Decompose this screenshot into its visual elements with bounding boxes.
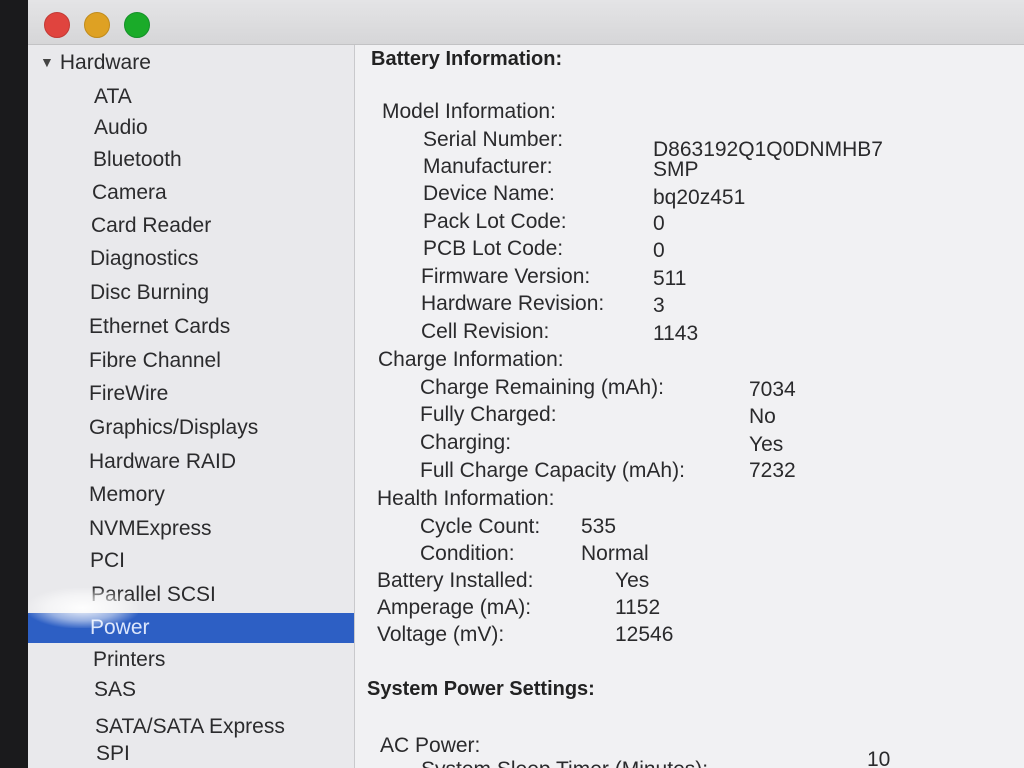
minimize-window-button[interactable] xyxy=(84,12,110,38)
sidebar-item-diagnostics[interactable]: Diagnostics xyxy=(90,244,199,274)
system-sleep-timer-value: 10 xyxy=(867,748,891,768)
sidebar-item-camera[interactable]: Camera xyxy=(92,178,167,208)
disclosure-triangle-icon[interactable]: ▼ xyxy=(40,54,54,70)
sidebar-item-hardware-raid[interactable]: Hardware RAID xyxy=(89,447,236,477)
device-name-value: bq20z451 xyxy=(653,186,746,209)
manufacturer-value: SMP xyxy=(653,158,699,181)
close-window-button[interactable] xyxy=(44,12,70,38)
model-information-label: Model Information: xyxy=(382,100,556,123)
detail-pane: Battery Information: Model Information: … xyxy=(355,45,1024,768)
sidebar-item-audio[interactable]: Audio xyxy=(94,113,148,143)
full-charge-capacity-value: 7232 xyxy=(749,459,796,482)
firmware-version-label: Firmware Version: xyxy=(421,265,591,288)
serial-number-label: Serial Number: xyxy=(423,128,564,151)
fully-charged-label: Fully Charged: xyxy=(420,403,557,426)
sidebar-item-disc-burning[interactable]: Disc Burning xyxy=(90,278,209,308)
sidebar-section-hardware[interactable]: ▼ Hardware xyxy=(40,51,151,75)
sidebar-item-fibre-channel[interactable]: Fibre Channel xyxy=(89,346,221,376)
battery-installed-label: Battery Installed: xyxy=(377,569,534,592)
amperage-value: 1152 xyxy=(615,596,661,619)
sidebar: ▼ Hardware ATA Audio Bluetooth Camera Card Re… xyxy=(28,45,355,768)
hardware-revision-value: 3 xyxy=(653,294,665,317)
sidebar-item-sata-sata-express[interactable]: SATA/SATA Express xyxy=(95,712,285,742)
device-name-label: Device Name: xyxy=(423,182,555,205)
cell-revision-label: Cell Revision: xyxy=(421,320,550,343)
battery-installed-value: Yes xyxy=(615,569,650,592)
condition-value: Normal xyxy=(581,542,649,565)
battery-information-heading: Battery Information: xyxy=(371,48,563,70)
sidebar-item-ethernet-cards[interactable]: Ethernet Cards xyxy=(89,312,230,342)
sidebar-section-label: Hardware xyxy=(59,51,151,74)
cell-revision-value: 1143 xyxy=(653,322,699,345)
ac-power-label: AC Power: xyxy=(380,734,481,757)
sidebar-item-graphics-displays[interactable]: Graphics/Displays xyxy=(89,413,258,443)
fully-charged-value: No xyxy=(749,405,776,428)
charge-information-label: Charge Information: xyxy=(378,348,564,371)
voltage-value: 12546 xyxy=(615,623,674,646)
sidebar-item-bluetooth[interactable]: Bluetooth xyxy=(93,145,182,175)
charge-remaining-value: 7034 xyxy=(749,378,796,401)
pack-lot-code-value: 0 xyxy=(653,212,665,235)
sidebar-item-ata[interactable]: ATA xyxy=(94,82,132,112)
hardware-revision-label: Hardware Revision: xyxy=(421,292,605,315)
full-charge-capacity-label: Full Charge Capacity (mAh): xyxy=(420,459,685,482)
system-sleep-timer-label: System Sleep Timer (Minutes): xyxy=(421,757,708,768)
cycle-count-label: Cycle Count: xyxy=(420,515,541,538)
sidebar-item-nvmexpress[interactable]: NVMExpress xyxy=(89,514,212,544)
charge-remaining-label: Charge Remaining (mAh): xyxy=(420,376,664,399)
cycle-count-value: 535 xyxy=(581,515,617,538)
manufacturer-label: Manufacturer: xyxy=(423,155,553,178)
firmware-version-value: 511 xyxy=(653,267,687,290)
zoom-window-button[interactable] xyxy=(124,12,150,38)
amperage-label: Amperage (mA): xyxy=(377,596,532,619)
sidebar-item-memory[interactable]: Memory xyxy=(89,480,165,510)
charging-label: Charging: xyxy=(420,431,512,454)
system-information-window: ▼ Hardware ATA Audio Bluetooth Camera Card Re… xyxy=(28,0,1024,768)
sidebar-item-firewire[interactable]: FireWire xyxy=(89,379,168,409)
health-information-label: Health Information: xyxy=(377,487,555,510)
sidebar-item-card-reader[interactable]: Card Reader xyxy=(91,211,211,241)
sidebar-item-pci[interactable]: PCI xyxy=(90,546,125,576)
sidebar-item-power[interactable]: Power xyxy=(28,613,354,643)
sidebar-item-sas[interactable]: SAS xyxy=(94,675,136,705)
pcb-lot-code-value: 0 xyxy=(653,239,665,262)
system-power-settings-heading: System Power Settings: xyxy=(367,678,595,700)
sidebar-item-printers[interactable]: Printers xyxy=(93,645,165,675)
title-bar[interactable] xyxy=(28,0,1024,45)
pack-lot-code-label: Pack Lot Code: xyxy=(423,210,567,233)
sidebar-item-parallel-scsi[interactable]: Parallel SCSI xyxy=(91,580,216,610)
voltage-label: Voltage (mV): xyxy=(377,623,505,646)
charging-value: Yes xyxy=(749,433,784,456)
pcb-lot-code-label: PCB Lot Code: xyxy=(423,237,564,260)
sidebar-item-spi[interactable]: SPI xyxy=(96,739,130,768)
condition-label: Condition: xyxy=(420,542,515,565)
